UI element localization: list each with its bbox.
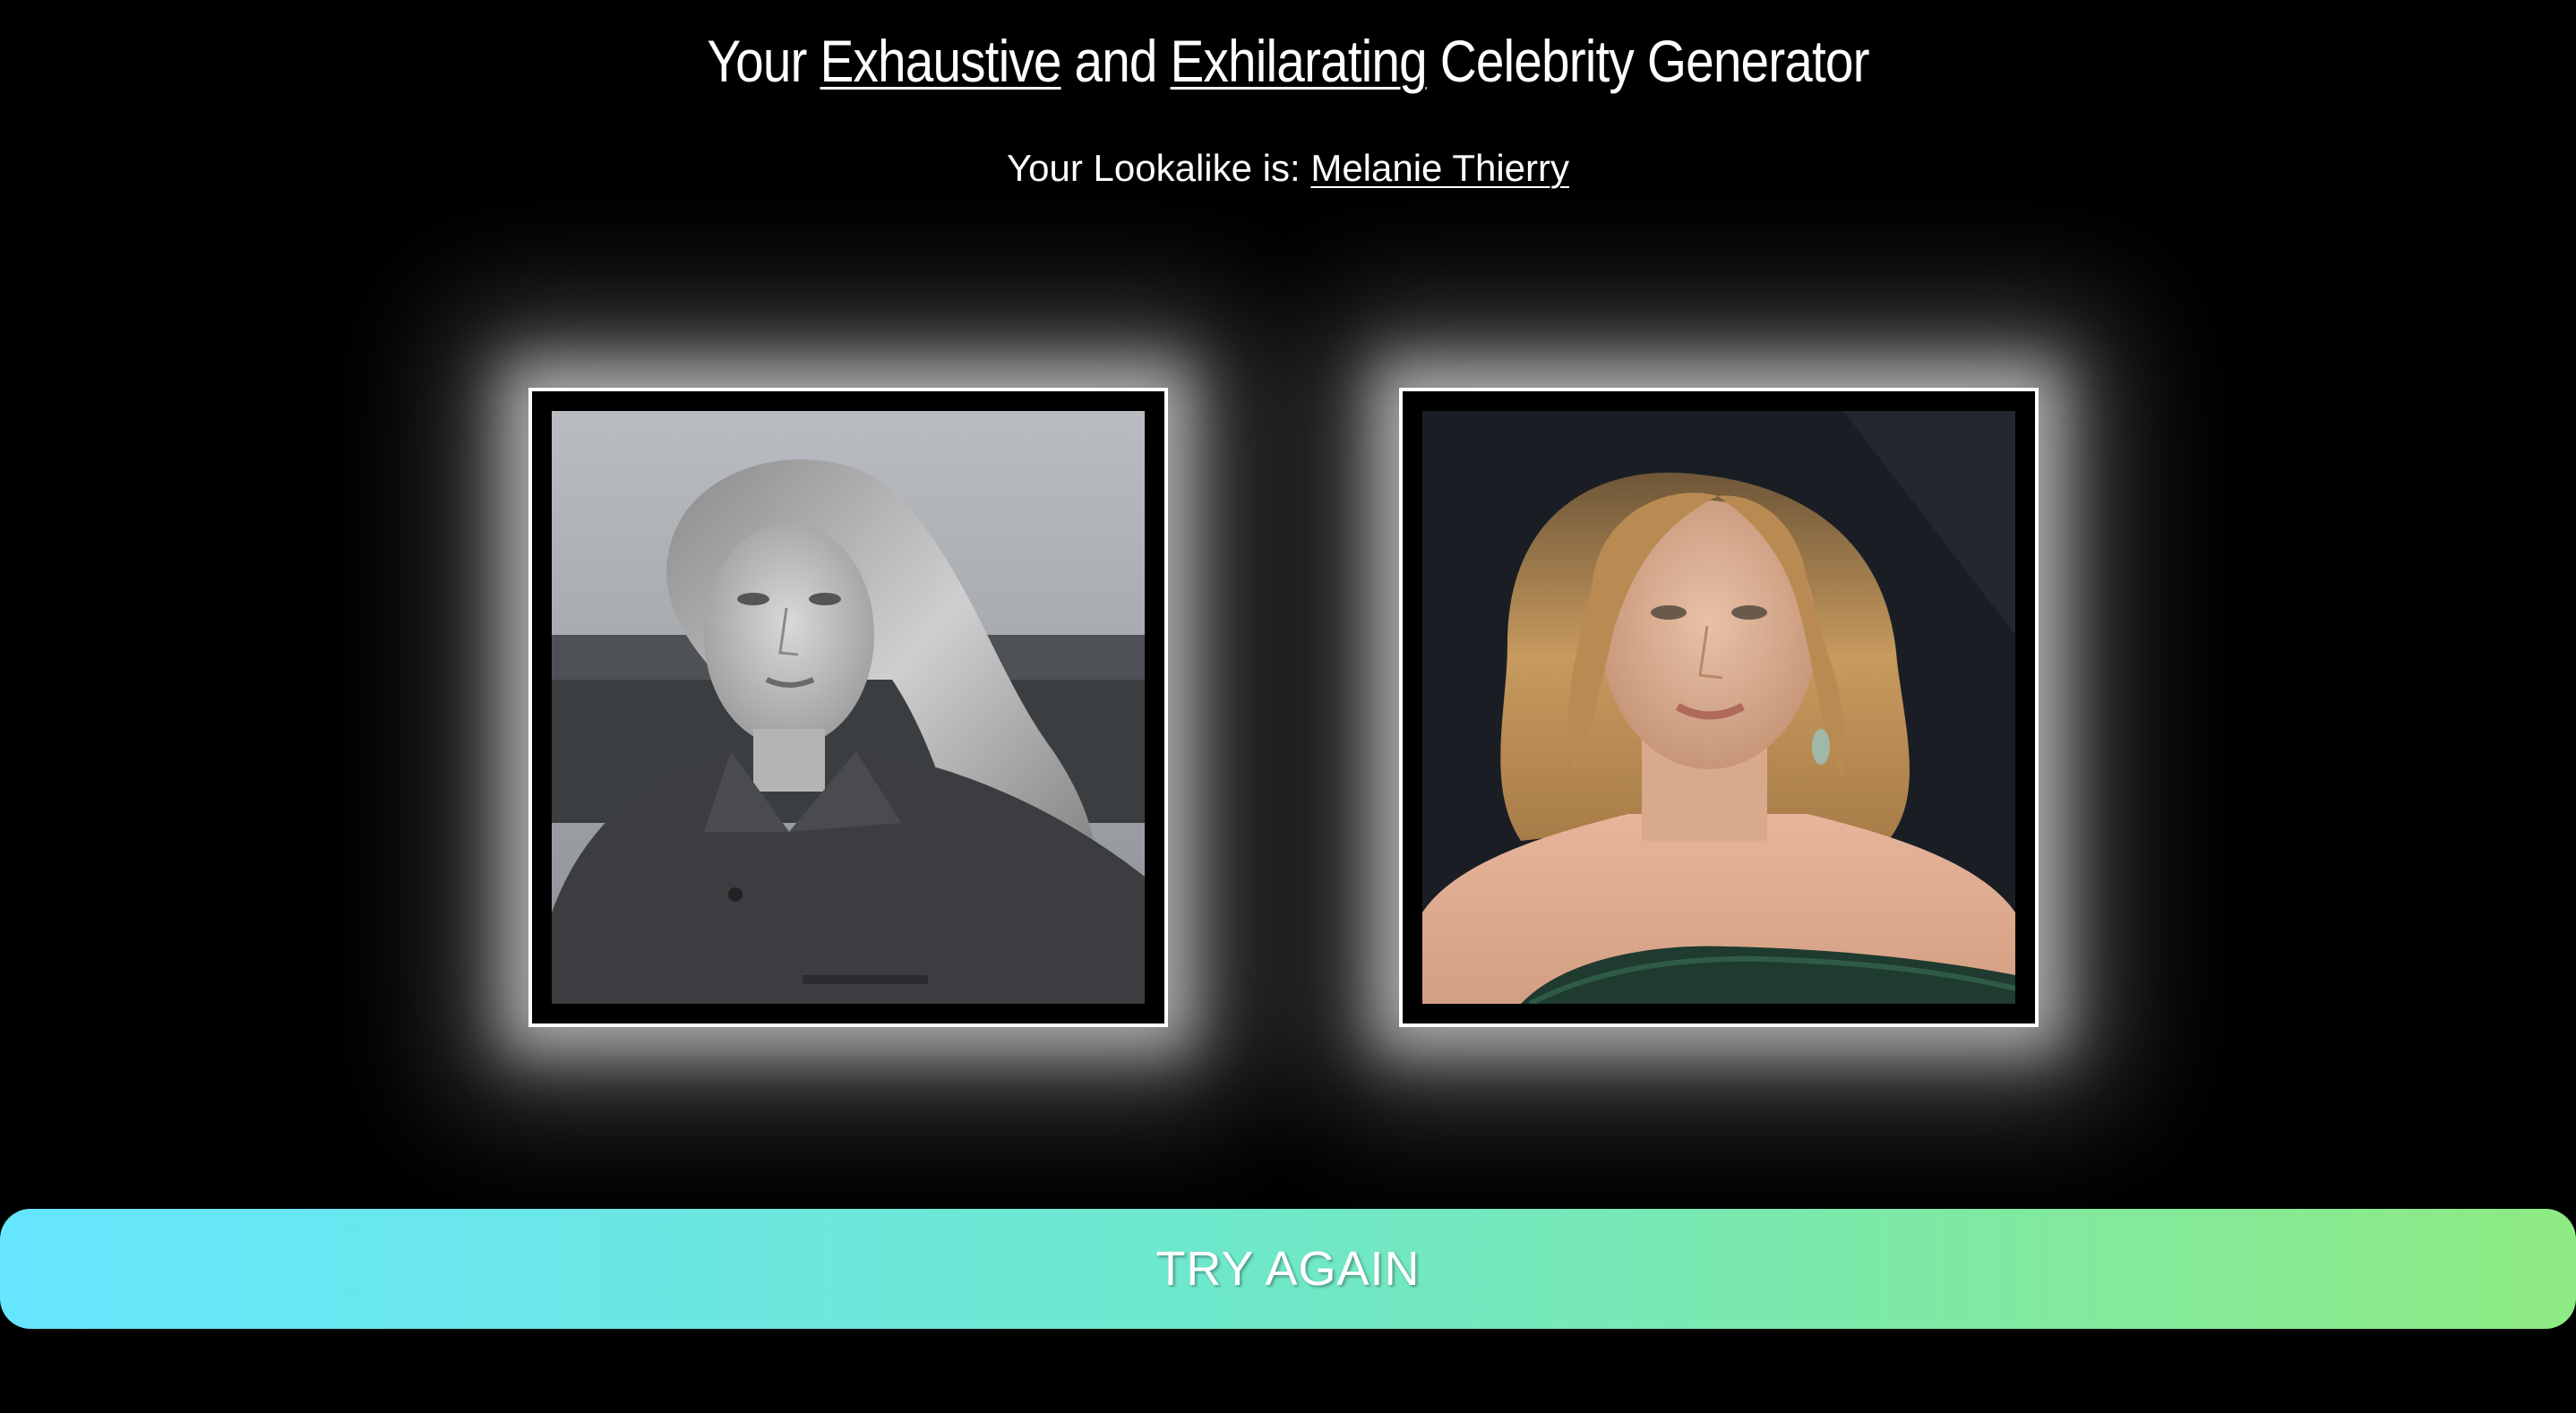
try-again-button[interactable]: TRY AGAIN [0, 1209, 2576, 1329]
title-word-exhilarating: Exhilarating [1170, 28, 1428, 94]
title-post: Celebrity Generator [1439, 28, 1870, 94]
celebrity-photo [1422, 411, 2015, 1004]
user-photo [552, 411, 1145, 1004]
user-photo-frame [528, 388, 1168, 1027]
lookalike-label: Your Lookalike is: [1007, 147, 1301, 189]
page-title: Your Exhaustive and Exhilarating Celebri… [180, 23, 2395, 98]
celebrity-photo-frame [1399, 388, 2039, 1027]
title-pre: Your [707, 28, 807, 94]
title-word-exhaustive: Exhaustive [820, 28, 1062, 94]
celebrity-name-link[interactable]: Melanie Thierry [1310, 147, 1569, 189]
lookalike-result: Your Lookalike is: Melanie Thierry [0, 143, 2576, 193]
title-mid: and [1074, 28, 1157, 94]
page: Your Exhaustive and Exhilarating Celebri… [0, 0, 2576, 1413]
